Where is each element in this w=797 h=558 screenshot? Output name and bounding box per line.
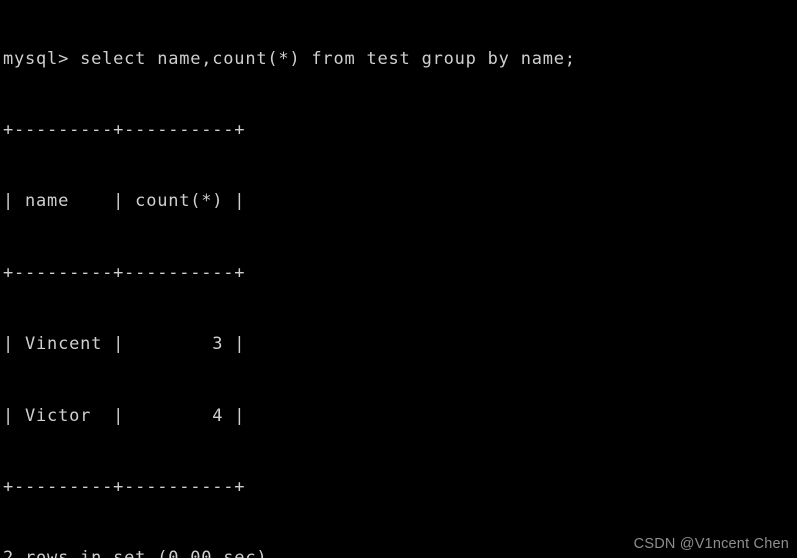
terminal-line: +---------+----------+ [3, 119, 246, 140]
terminal-line: +---------+----------+ [3, 262, 246, 283]
watermark: CSDN @V1ncent Chen [633, 536, 789, 552]
terminal-line: | Victor | 4 | [3, 405, 246, 426]
terminal-line: mysql> select name,count(*) from test gr… [3, 48, 576, 69]
terminal-line: +---------+----------+ [3, 476, 246, 497]
terminal-screen: mysql> select name,count(*) from test gr… [0, 0, 797, 558]
terminal-output[interactable]: mysql> select name,count(*) from test gr… [3, 0, 793, 558]
terminal-line: | Vincent | 3 | [3, 334, 246, 355]
terminal-line: | name | count(*) | [3, 191, 246, 212]
